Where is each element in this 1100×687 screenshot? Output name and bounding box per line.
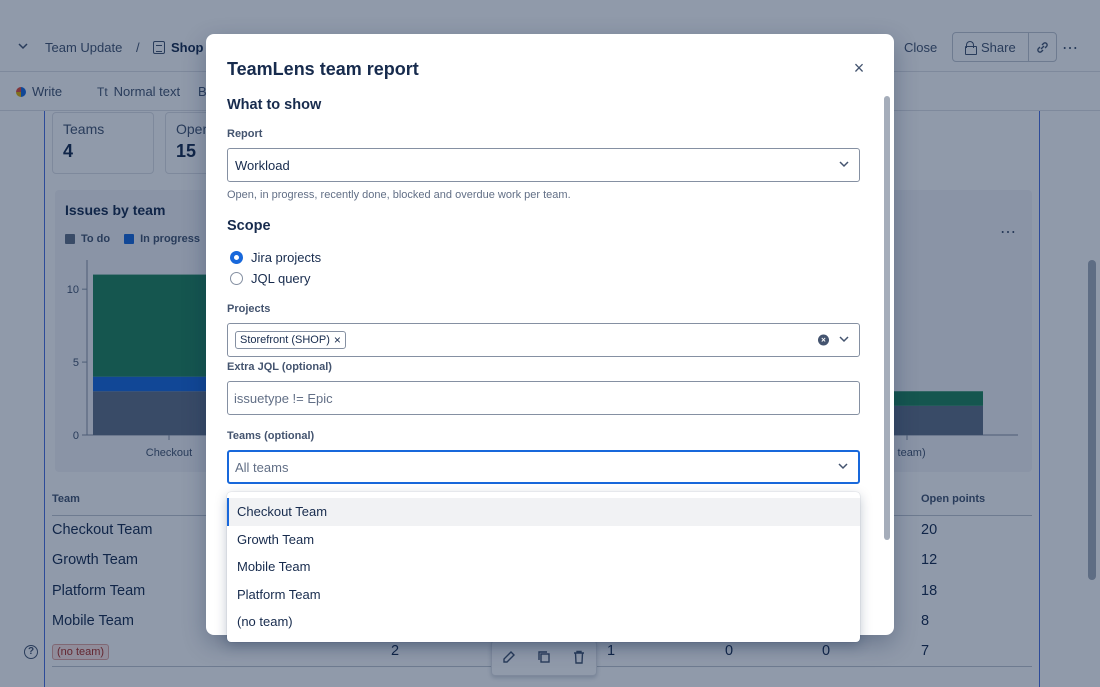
team-option[interactable]: Platform Team <box>227 581 860 609</box>
projects-label: Projects <box>227 303 271 315</box>
report-label: Report <box>227 128 263 140</box>
close-icon[interactable]: × <box>851 58 867 78</box>
radio-jql-query[interactable]: JQL query <box>230 271 311 286</box>
extra-jql-input[interactable]: issuetype != Epic <box>227 381 860 415</box>
projects-multiselect[interactable]: Storefront (SHOP) × × <box>227 323 860 357</box>
radio-label: Jira projects <box>251 250 322 265</box>
report-help-text: Open, in progress, recently done, blocke… <box>227 189 571 201</box>
report-select-value: Workload <box>235 157 290 173</box>
project-tag-label: Storefront (SHOP) <box>240 334 330 346</box>
section-heading-scope: Scope <box>227 218 271 234</box>
chevron-down-icon <box>839 158 849 172</box>
radio-button[interactable] <box>230 272 243 285</box>
teams-label: Teams (optional) <box>227 430 315 442</box>
clear-icon[interactable]: × <box>818 334 829 346</box>
team-option[interactable]: Checkout Team <box>227 498 860 526</box>
modal-title: TeamLens team report <box>227 59 419 79</box>
team-option[interactable]: Mobile Team <box>227 553 860 581</box>
extra-jql-label: Extra JQL (optional) <box>227 361 332 373</box>
tag-remove-icon[interactable]: × <box>334 333 341 347</box>
section-heading-what-to-show: What to show <box>227 97 322 113</box>
teams-dropdown-menu: Checkout Team Growth Team Mobile Team Pl… <box>227 492 860 642</box>
extra-jql-placeholder: issuetype != Epic <box>234 390 333 406</box>
team-option[interactable]: (no team) <box>227 608 860 636</box>
report-select[interactable]: Workload <box>227 148 860 182</box>
project-tag: Storefront (SHOP) × <box>235 331 346 349</box>
teams-placeholder: All teams <box>235 459 289 475</box>
team-option[interactable]: Growth Team <box>227 526 860 554</box>
teams-select[interactable]: All teams <box>227 450 860 484</box>
chevron-down-icon <box>839 333 849 347</box>
radio-button[interactable] <box>230 251 243 264</box>
chevron-down-icon <box>838 460 848 474</box>
modal-scrollbar[interactable] <box>884 96 890 540</box>
radio-label: JQL query <box>251 271 311 286</box>
radio-jira-projects[interactable]: Jira projects <box>230 250 321 265</box>
